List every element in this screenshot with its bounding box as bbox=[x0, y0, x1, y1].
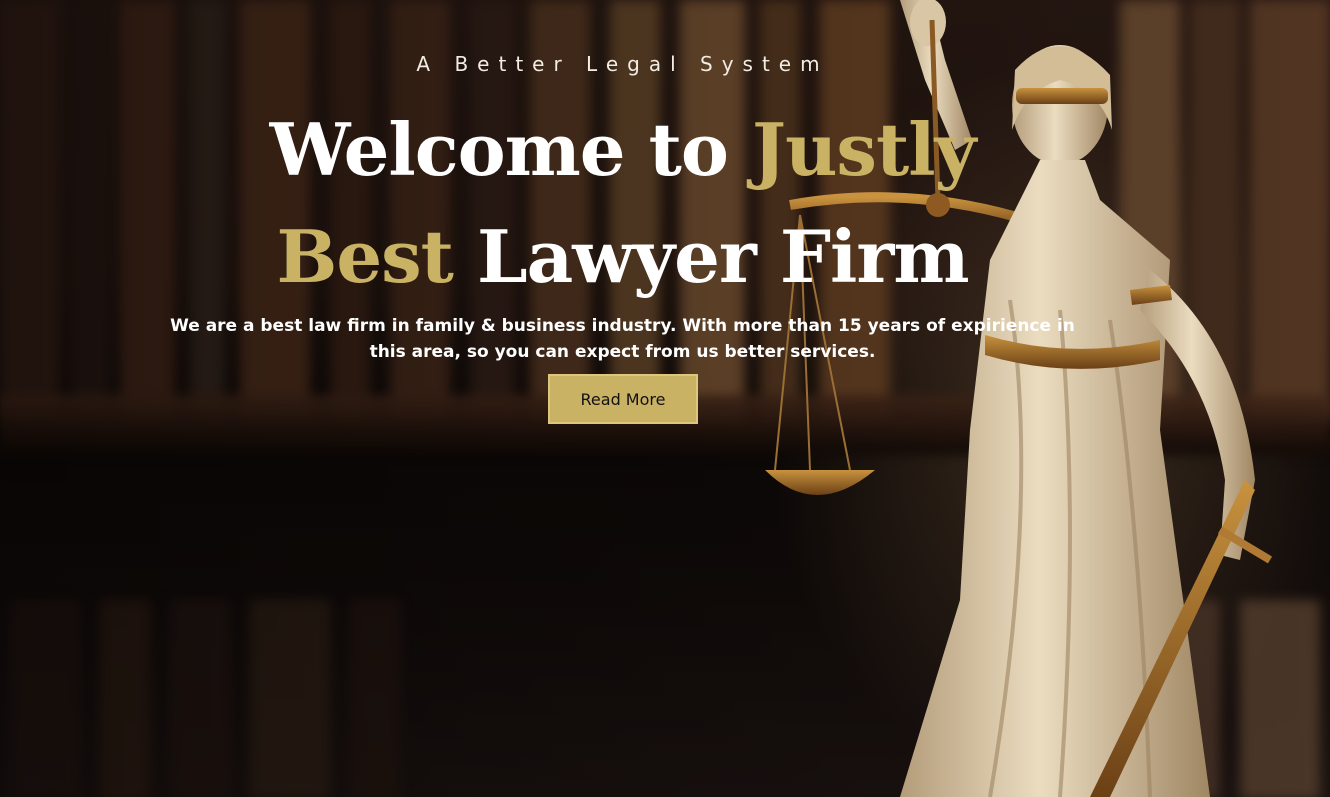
headline-justly: Justly bbox=[752, 107, 976, 192]
hero-headline: Welcome to Justly Best Lawyer Firm bbox=[0, 96, 1245, 310]
read-more-button[interactable]: Read More bbox=[548, 374, 698, 424]
hero-section: A Better Legal System Welcome to Justly … bbox=[0, 0, 1330, 797]
headline-best: Best bbox=[276, 214, 453, 299]
hero-description: We are a best law firm in family & busin… bbox=[170, 316, 1075, 362]
headline-lawyer-firm: Lawyer Firm bbox=[452, 214, 969, 299]
hero-eyebrow: A Better Legal System bbox=[416, 52, 829, 76]
headline-welcome-to: Welcome to bbox=[269, 107, 752, 192]
hero-content: A Better Legal System Welcome to Justly … bbox=[0, 0, 1245, 797]
